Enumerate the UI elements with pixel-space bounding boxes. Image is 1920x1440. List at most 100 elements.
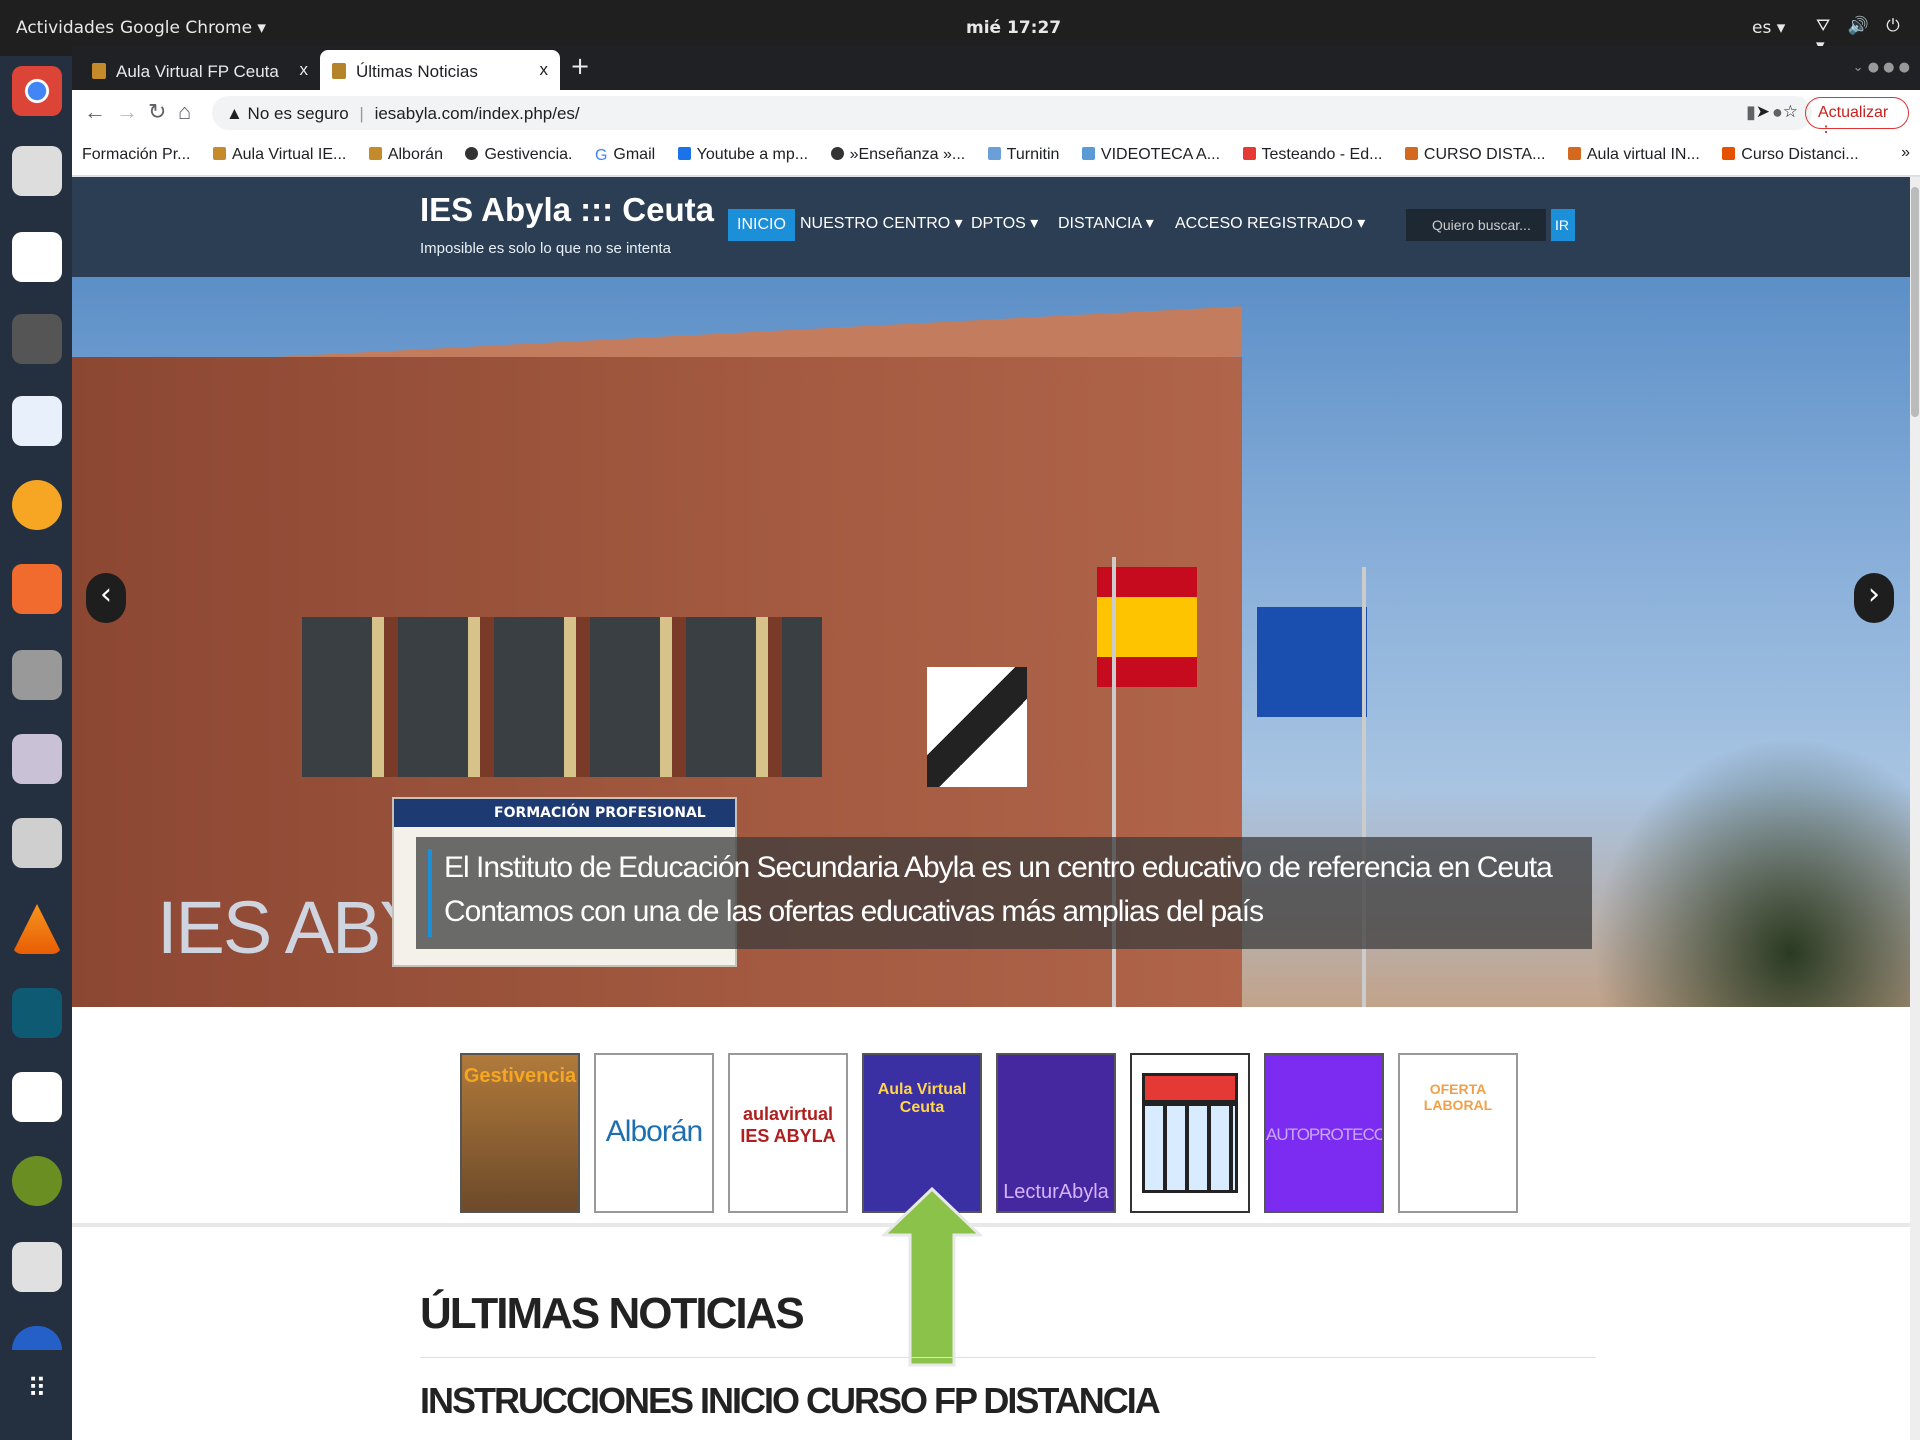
back-icon[interactable]: ← <box>84 99 106 125</box>
bookmark-item[interactable]: Curso Distanci... <box>1712 136 1866 164</box>
screenshot-icon[interactable] <box>12 1242 62 1292</box>
bookmark-item[interactable]: Youtube a mp... <box>668 136 817 164</box>
forward-icon[interactable]: → <box>116 99 138 125</box>
activities-button[interactable]: Actividades <box>16 18 114 38</box>
tab-title: Últimas Noticias <box>356 62 478 81</box>
bookmark-favicon-icon <box>1567 147 1581 160</box>
slider-next-icon[interactable]: › <box>1854 573 1894 623</box>
tab-aula-virtual[interactable]: Aula Virtual FP Ceuta x <box>80 50 320 90</box>
bookmark-item[interactable]: »Enseñanza »... <box>821 136 974 164</box>
eu-flag-icon <box>1257 607 1367 717</box>
settings-icon[interactable] <box>12 650 62 700</box>
calculator-icon[interactable] <box>12 818 62 868</box>
nav-distancia[interactable]: DISTANCIA ▾ <box>1058 213 1154 233</box>
web-page: IES Abyla ::: Ceuta Imposible es solo lo… <box>72 177 1910 1440</box>
quicklink-calendar-icon[interactable] <box>1130 1053 1250 1213</box>
bookmark-favicon-icon <box>368 147 382 160</box>
profile-icon[interactable]: ● <box>1772 102 1783 123</box>
bookmark-item[interactable]: Gestivencia. <box>455 136 580 164</box>
bookmark-item[interactable]: G Gmail <box>585 136 663 164</box>
chrome-icon[interactable] <box>12 66 62 116</box>
software-center-icon[interactable] <box>12 564 62 614</box>
app-icon[interactable] <box>12 988 62 1038</box>
quicklink-aulavirtual[interactable]: aulavirtual IES ABYLA <box>728 1053 848 1213</box>
writer-icon[interactable] <box>12 396 62 446</box>
caption-line-1: El Instituto de Educación Secundaria Aby… <box>444 851 1553 884</box>
bookmark-favicon-icon <box>830 147 844 160</box>
new-tab-button[interactable]: + <box>570 52 590 80</box>
pdf-reader-icon[interactable] <box>12 1072 62 1122</box>
language-indicator[interactable]: es ▾ <box>1752 18 1785 38</box>
security-warning[interactable]: ▲ No es seguro <box>226 104 349 123</box>
send-icon[interactable]: ➤ <box>1756 102 1770 122</box>
nav-nuestro-centro[interactable]: NUESTRO CENTRO ▾ <box>800 213 963 233</box>
app-menu[interactable]: Google Chrome ▾ <box>120 18 266 38</box>
scrollbar-thumb[interactable] <box>1911 187 1919 417</box>
calendar-body <box>1142 1103 1238 1193</box>
caption-accent-bar <box>428 849 432 937</box>
bookmark-star-icon[interactable]: ☆ <box>1783 102 1798 122</box>
slider-prev-icon[interactable]: ‹ <box>86 573 126 623</box>
show-apps-icon[interactable]: ⠿ <box>12 1374 62 1424</box>
quicklink-gestivencia[interactable]: Gestivencia <box>460 1053 580 1213</box>
address-separator: | <box>359 104 364 123</box>
tab-ultimas-noticias[interactable]: Últimas Noticias x <box>320 50 560 90</box>
bookmark-favicon-icon <box>987 147 1001 160</box>
nav-inicio[interactable]: INICIO <box>728 209 795 241</box>
news-item-title[interactable]: INSTRUCCIONES INICIO CURSO FP DISTANCIA <box>420 1380 1596 1422</box>
bookmark-item[interactable]: Aula virtual IN... <box>1558 136 1708 164</box>
nav-acceso-registrado[interactable]: ACCESO REGISTRADO ▾ <box>1175 213 1365 233</box>
quick-links: Gestivencia Alborán aulavirtual IES ABYL… <box>72 1007 1910 1227</box>
bookmark-item[interactable]: VIDEOTECA A... <box>1072 136 1228 164</box>
quicklink-oferta-laboral[interactable]: OFERTA LABORAL <box>1398 1053 1518 1213</box>
ceuta-flag-icon <box>927 667 1027 787</box>
bookmarks-bar: Formación Pr... Aula Virtual IE... Albor… <box>72 136 1920 176</box>
quicklink-alboran[interactable]: Alborán <box>594 1053 714 1213</box>
calendar-header <box>1142 1073 1238 1103</box>
news-section: ÚLTIMAS NOTICIAS INSTRUCCIONES INICIO CU… <box>420 1289 1596 1422</box>
bookmark-item[interactable]: Testeando - Ed... <box>1233 136 1391 164</box>
bookmark-item[interactable]: Turnitin <box>978 136 1068 164</box>
bookmark-item[interactable]: Aula Virtual IE... <box>203 136 354 164</box>
home-icon[interactable]: ⌂ <box>178 99 191 125</box>
site-tagline: Imposible es solo lo que no se intenta <box>420 240 671 257</box>
caption-line-2: Contamos con una de las ofertas educativ… <box>444 895 1264 928</box>
webcam-icon[interactable] <box>12 734 62 784</box>
close-tab-icon[interactable]: x <box>300 60 309 80</box>
window-row <box>302 617 822 777</box>
unity-icon[interactable] <box>12 232 62 282</box>
tab-title: Aula Virtual FP Ceuta <box>116 62 279 81</box>
bookmark-item[interactable]: CURSO DISTA... <box>1395 136 1554 164</box>
nav-dptos[interactable]: DPTOS ▾ <box>971 213 1038 233</box>
update-button[interactable]: Actualizar ⋮ <box>1805 97 1909 141</box>
close-tab-icon[interactable]: x <box>540 60 549 80</box>
search-input[interactable]: Quiero buscar... <box>1406 209 1546 241</box>
google-icon: G <box>594 147 608 164</box>
url-text[interactable]: iesabyla.com/index.php/es/ <box>375 104 580 123</box>
bookmark-item[interactable]: Alborán <box>359 136 451 164</box>
quicklink-autoproteccion[interactable]: AUTOPROTECCIÓN <box>1264 1053 1384 1213</box>
search-button[interactable]: IR <box>1551 209 1575 241</box>
bookmark-favicon-icon <box>1404 147 1418 160</box>
disk-icon[interactable] <box>12 1326 62 1350</box>
browser-toolbar: ← → ↻ ⌂ ▲ No es seguro | iesabyla.com/in… <box>72 90 1920 141</box>
bookmark-favicon-icon <box>1242 147 1256 160</box>
clock[interactable]: mié 17:27 <box>966 18 1061 38</box>
dock: ⠿ <box>0 56 72 1440</box>
page-scrollbar[interactable] <box>1910 177 1920 1440</box>
window-controls[interactable]: ⌄ ● ● ● <box>1853 60 1910 75</box>
vlc-icon[interactable] <box>12 904 62 954</box>
quicklink-lecturabyla[interactable]: LecturAbyla <box>996 1053 1116 1213</box>
reload-icon[interactable]: ↻ <box>148 99 166 125</box>
bookmarks-overflow-button[interactable]: » <box>1901 144 1910 162</box>
exe-icon[interactable] <box>12 1156 62 1206</box>
audacity-icon[interactable] <box>12 480 62 530</box>
files-icon[interactable] <box>12 146 62 196</box>
sidepanel-icon[interactable]: ▮ <box>1746 102 1756 123</box>
bookmark-favicon-icon <box>465 147 479 160</box>
gimp-icon[interactable] <box>12 314 62 364</box>
bookmark-item[interactable]: Formación Pr... <box>72 136 198 164</box>
bookmark-favicon-icon <box>212 147 226 160</box>
address-bar[interactable]: ▲ No es seguro | iesabyla.com/index.php/… <box>212 96 1812 130</box>
site-brand[interactable]: IES Abyla ::: Ceuta <box>420 191 714 229</box>
